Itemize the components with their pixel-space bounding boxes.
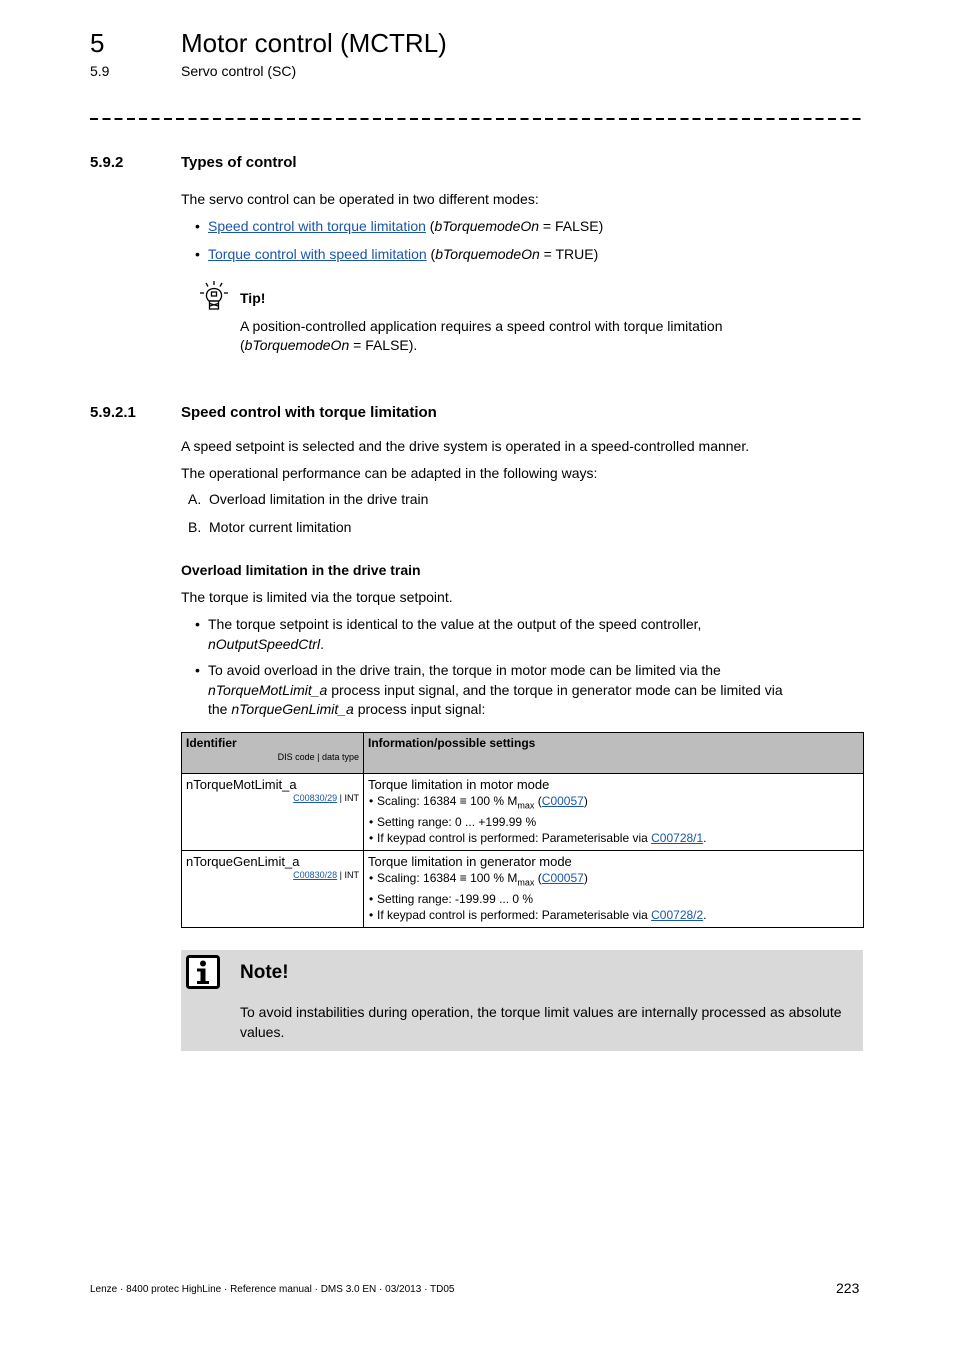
identifier: nTorqueGenLimit_a xyxy=(186,853,300,869)
info-list: Scaling: 16384 ≡ 100 % Mmax (C00057) Set… xyxy=(368,870,859,924)
identifier-cell: nTorqueGenLimit_a C00830/28 | INT xyxy=(181,849,364,928)
code-link[interactable]: C00830/29 xyxy=(293,793,337,803)
subscript: max xyxy=(517,877,535,888)
info-item: Scaling: 16384 ≡ 100 % Mmax (C00057) xyxy=(368,870,859,891)
variable: nTorqueGenLimit_a xyxy=(231,701,354,717)
tip-label: Tip! xyxy=(240,290,266,306)
header-info: Information/possible settings xyxy=(363,732,864,774)
data-type: | INT xyxy=(337,793,359,803)
text: If keypad control is performed: Paramete… xyxy=(377,908,652,923)
heading-number-5921: 5.9.2.1 xyxy=(90,404,136,421)
chapter-number: 5 xyxy=(90,28,105,58)
code-link[interactable]: C00728/2 xyxy=(651,908,703,922)
header-sub: DIS code | data type xyxy=(277,752,359,762)
code-line: C00830/29 | INT xyxy=(186,793,359,803)
variable: bTorquemodeOn xyxy=(434,218,540,234)
text: Scaling: 16384 ≡ 100 % M xyxy=(377,870,518,885)
list-item: A. Overload limitation in the drive trai… xyxy=(188,491,428,507)
info-item: If keypad control is performed: Paramete… xyxy=(368,907,859,924)
heading-speed-control: Speed control with torque limitation xyxy=(181,404,437,421)
text: ( xyxy=(426,246,436,262)
info-title: Torque limitation in motor mode xyxy=(368,777,550,792)
subheading-overload: Overload limitation in the drive train xyxy=(181,562,421,578)
info-item: If keypad control is performed: Paramete… xyxy=(368,830,859,847)
paragraph: The torque is limited via the torque set… xyxy=(181,589,453,605)
chapter-title: Motor control (MCTRL) xyxy=(181,28,447,58)
link-speed-control[interactable]: Speed control with torque limitation xyxy=(208,218,426,234)
list-text: Overload limitation in the drive train xyxy=(209,491,429,507)
list-item: B. Motor current limitation xyxy=(188,519,351,535)
tip-line: A position-controlled application requir… xyxy=(240,318,723,334)
text: = TRUE) xyxy=(539,246,599,262)
list-text: Motor current limitation xyxy=(209,519,352,535)
text: Scaling: 16384 ≡ 100 % M xyxy=(377,794,518,808)
variable: bTorquemodeOn xyxy=(435,246,540,262)
code-link[interactable]: C00057 xyxy=(542,794,584,808)
info-item: Setting range: -199.99 ... 0 % xyxy=(368,891,859,908)
text: the xyxy=(208,701,232,717)
header-divider xyxy=(90,118,862,120)
lightbulb-icon xyxy=(200,281,228,310)
text: . xyxy=(320,635,324,652)
table-row: nTorqueGenLimit_a C00830/28 | INT Torque… xyxy=(181,849,864,928)
code-link[interactable]: C00057 xyxy=(542,871,584,885)
data-type: | INT xyxy=(337,869,359,880)
section-title: Servo control (SC) xyxy=(181,63,297,79)
tip-text: A position-controlled application requir… xyxy=(240,317,862,355)
text: To avoid overload in the drive train, th… xyxy=(208,662,721,678)
text: The torque setpoint is identical to the … xyxy=(208,616,702,632)
link-torque-control[interactable]: Torque control with speed limitation xyxy=(208,246,427,262)
header-identifier: Identifier DIS code | data type xyxy=(181,732,364,774)
list-letter: A. xyxy=(188,491,202,507)
section-number: 5.9 xyxy=(90,63,110,79)
code-link[interactable]: C00830/28 xyxy=(293,870,337,880)
paragraph: The operational performance can be adapt… xyxy=(181,465,598,481)
parameter-table: Identifier DIS code | data type Informat… xyxy=(181,732,864,928)
table-header-row: Identifier DIS code | data type Informat… xyxy=(181,732,864,774)
info-item: Setting range: 0 ... +199.99 % xyxy=(368,814,859,831)
info-icon xyxy=(186,955,220,989)
variable: nOutputSpeedCtrl xyxy=(208,635,321,652)
text: process input signal, and the torque in … xyxy=(327,681,783,698)
page-number: 223 xyxy=(836,1280,860,1296)
identifier: nTorqueMotLimit_a xyxy=(186,777,297,792)
paragraph: A speed setpoint is selected and the dri… xyxy=(181,438,750,454)
text: process input signal: xyxy=(353,701,486,717)
info-list: Scaling: 16384 ≡ 100 % Mmax (C00057) Set… xyxy=(368,793,859,847)
intro-paragraph: The servo control can be operated in two… xyxy=(181,191,539,207)
text: = FALSE) xyxy=(539,218,604,234)
table-row: nTorqueMotLimit_a C00830/29 | INT Torque… xyxy=(181,773,864,851)
text: If keypad control is performed: Paramete… xyxy=(377,831,652,846)
heading-number-592: 5.9.2 xyxy=(90,154,124,171)
identifier-cell: nTorqueMotLimit_a C00830/29 | INT xyxy=(181,773,364,851)
info-cell: Torque limitation in generator mode Scal… xyxy=(363,849,864,928)
footer-text: Lenze · 8400 protec HighLine · Reference… xyxy=(90,1284,455,1295)
variable: nTorqueMotLimit_a xyxy=(208,681,328,698)
heading-types-of-control: Types of control xyxy=(181,154,297,171)
subscript: max xyxy=(517,800,535,811)
variable: bTorquemodeOn xyxy=(244,337,350,353)
code-link[interactable]: C00728/1 xyxy=(651,831,703,845)
list-letter: B. xyxy=(188,519,202,535)
note-title: Note! xyxy=(240,962,289,983)
header-label: Identifier xyxy=(186,736,237,750)
code-line: C00830/28 | INT xyxy=(186,870,359,880)
note-text: To avoid instabilities during operation,… xyxy=(240,1004,842,1040)
info-title: Torque limitation in generator mode xyxy=(368,853,572,869)
info-item: Scaling: 16384 ≡ 100 % Mmax (C00057) xyxy=(368,793,859,814)
info-cell: Torque limitation in motor mode Scaling:… xyxy=(363,773,864,851)
text: = FALSE). xyxy=(349,337,418,353)
